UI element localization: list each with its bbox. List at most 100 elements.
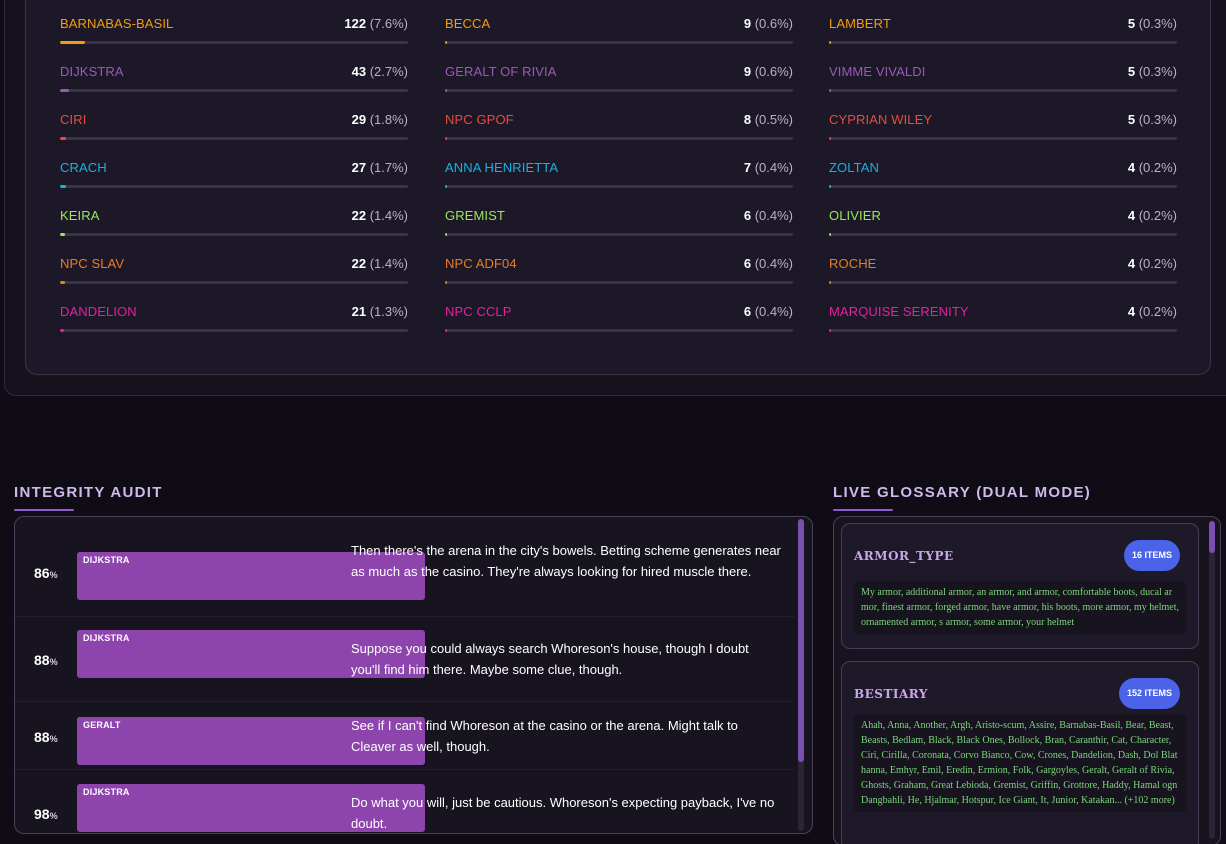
speaker-share-fill	[445, 89, 448, 92]
speaker-count: 5 (0.3%)	[1128, 64, 1177, 79]
audit-score: 88%	[34, 729, 58, 745]
speaker-count: 9 (0.6%)	[744, 16, 793, 31]
speaker-row: DANDELION 21 (1.3%)	[60, 294, 408, 342]
speaker-count-value: 27	[351, 160, 367, 175]
audit-row[interactable]: 86% DIJKSTRADIALOGUENEUTRAL/FUNCTIONALCAS…	[15, 517, 795, 617]
speaker-count-value: 9	[743, 64, 752, 79]
speaker-count-value: 6	[743, 256, 752, 271]
speaker-count-value: 4	[1127, 304, 1136, 319]
glossary-scrollbar-thumb[interactable]	[1209, 521, 1215, 553]
speaker-share-bar	[829, 329, 1177, 332]
speaker-row: CIRI 29 (1.8%)	[60, 102, 408, 150]
speaker-share-bar	[445, 137, 793, 140]
speaker-count: 22 (1.4%)	[352, 208, 408, 223]
speaker-share-fill	[829, 329, 832, 332]
speaker-row: NPC SLAV 22 (1.4%)	[60, 246, 408, 294]
audit-quote: Suppose you could always search Whoreson…	[351, 641, 749, 677]
speaker-name: ZOLTAN	[829, 160, 879, 175]
speaker-count: 4 (0.2%)	[1128, 160, 1177, 175]
speaker-percentage: (1.3%)	[369, 304, 408, 319]
speaker-count: 22 (1.4%)	[352, 256, 408, 271]
speaker-share-fill	[445, 137, 448, 140]
speaker-share-fill	[60, 329, 65, 332]
speaker-percentage: (7.6%)	[369, 16, 408, 31]
speaker-share-fill	[829, 137, 832, 140]
speaker-share-fill	[829, 233, 832, 236]
live-glossary-underline	[833, 509, 893, 511]
live-glossary-heading: LIVE GLOSSARY (DUAL MODE)	[833, 484, 1092, 501]
speaker-count-value: 43	[351, 64, 367, 79]
speaker-name: NPC CCLP	[445, 304, 512, 319]
glossary-scrollbar[interactable]	[1209, 521, 1215, 839]
audit-score-unit: %	[49, 734, 58, 744]
speaker-percentage: (0.5%)	[754, 112, 793, 127]
speaker-name: OLIVIER	[829, 208, 881, 223]
glossary-card[interactable]: BESTIARY 152 ITEMS Ahah, Anna, Another, Ar…	[841, 661, 1199, 844]
speaker-name: CYPRIAN WILEY	[829, 112, 933, 127]
speaker-percentage: (0.6%)	[754, 64, 793, 79]
audit-tags: DIJKSTRADIALOGUECOMPLEX/AMBIVALENTCASUAL…	[77, 784, 425, 832]
glossary-list[interactable]: ARMOR_TYPE 16 ITEMS My armor, additional a…	[833, 516, 1221, 844]
speaker-share-fill	[829, 41, 832, 44]
speaker-row: NPC GPOF 8 (0.5%)	[445, 102, 793, 150]
audit-row[interactable]: 88% DIJKSTRADIALOGUECOMPLEX/AMBIVALENTCAS…	[15, 617, 795, 702]
audit-scrollbar[interactable]	[798, 519, 804, 831]
speaker-percentage: (0.4%)	[754, 160, 793, 175]
audit-score: 98%	[34, 806, 58, 822]
speaker-share-bar	[60, 89, 408, 92]
speaker-count-value: 22	[351, 256, 367, 271]
speaker-count: 27 (1.7%)	[352, 160, 408, 175]
speaker-count-value: 7	[743, 160, 752, 175]
speaker-row: ROCHE 4 (0.2%)	[829, 246, 1177, 294]
speaker-share-fill	[60, 233, 65, 236]
speaker-name: NPC GPOF	[445, 112, 514, 127]
glossary-card[interactable]: ARMOR_TYPE 16 ITEMS My armor, additional a…	[841, 523, 1199, 649]
speaker-count: 6 (0.4%)	[744, 208, 793, 223]
speaker-row: LAMBERT 5 (0.3%)	[829, 6, 1177, 54]
speaker-share-bar	[445, 89, 793, 92]
audit-score-value: 98	[34, 806, 50, 822]
audit-row[interactable]: 98% DIJKSTRADIALOGUECOMPLEX/AMBIVALENTCAS…	[15, 770, 795, 833]
speaker-count-value: 29	[351, 112, 367, 127]
speaker-distribution-panel: BARNABAS-BASIL 122 (7.6%) DIJKSTRA 43 (2.7%…	[25, 0, 1211, 375]
glossary-terms: Ahah, Anna, Another, Argh, Aristo-scum, …	[854, 714, 1186, 812]
speaker-name: VIMME VIVALDI	[829, 64, 926, 79]
audit-scrollbar-thumb[interactable]	[798, 519, 804, 762]
speaker-share-fill	[60, 281, 65, 284]
speaker-count-value: 6	[743, 208, 752, 223]
speaker-count: 4 (0.2%)	[1128, 256, 1177, 271]
speaker-count-value: 22	[351, 208, 367, 223]
speaker-count: 9 (0.6%)	[744, 64, 793, 79]
speaker-share-fill	[60, 137, 66, 140]
audit-score: 88%	[34, 652, 58, 668]
speaker-percentage: (1.4%)	[369, 256, 408, 271]
speaker-row: ANNA HENRIETTA 7 (0.4%)	[445, 150, 793, 198]
audit-tags: DIJKSTRADIALOGUECOMPLEX/AMBIVALENTCASUAL…	[77, 630, 425, 678]
speaker-name: LAMBERT	[829, 16, 891, 31]
speaker-row: CRACH 27 (1.7%)	[60, 150, 408, 198]
speaker-count: 6 (0.4%)	[744, 256, 793, 271]
audit-row[interactable]: 88% GERALTDIALOGUENEUTRAL/FUNCTIONALCASUA…	[15, 702, 795, 770]
speaker-share-bar	[829, 185, 1177, 188]
speaker-share-fill	[445, 185, 448, 188]
integrity-audit-list[interactable]: 86% DIJKSTRADIALOGUENEUTRAL/FUNCTIONALCAS…	[14, 516, 813, 834]
glossary-count-badge: 16 ITEMS	[1123, 540, 1180, 571]
speaker-name: ROCHE	[829, 256, 877, 271]
speaker-share-bar	[60, 185, 408, 188]
speaker-row: KEIRA 22 (1.4%)	[60, 198, 408, 246]
speaker-share-fill	[445, 41, 448, 44]
speaker-share-fill	[445, 329, 448, 332]
speaker-share-bar	[60, 137, 408, 140]
speaker-name: DANDELION	[60, 304, 137, 319]
speaker-row: BARNABAS-BASIL 122 (7.6%)	[60, 6, 408, 54]
speaker-percentage: (0.3%)	[1138, 16, 1177, 31]
speaker-count-value: 8	[743, 112, 752, 127]
speaker-row: DIJKSTRA 43 (2.7%)	[60, 54, 408, 102]
speaker-share-bar	[445, 41, 793, 44]
integrity-audit-heading: INTEGRITY AUDIT	[14, 484, 163, 501]
speaker-percentage: (0.2%)	[1138, 304, 1177, 319]
speaker-percentage: (0.4%)	[754, 208, 793, 223]
audit-quote: Then there's the arena in the city's bow…	[351, 543, 781, 579]
speaker-row: OLIVIER 4 (0.2%)	[829, 198, 1177, 246]
speaker-share-bar	[445, 185, 793, 188]
